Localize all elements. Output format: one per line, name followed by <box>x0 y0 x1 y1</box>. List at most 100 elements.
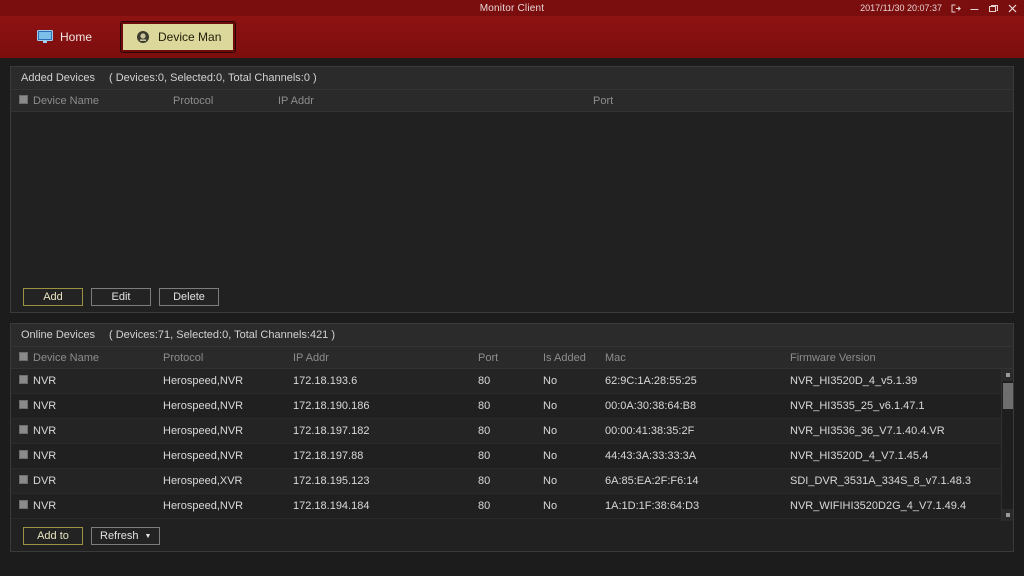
edit-button[interactable]: Edit <box>91 288 151 306</box>
row-checkbox[interactable] <box>19 375 28 384</box>
online-devices-scrollbar[interactable] <box>1001 369 1013 521</box>
add-to-button[interactable]: Add to <box>23 527 83 545</box>
title-bar: Monitor Client 2017/11/30 20:07:37 <box>0 0 1024 16</box>
close-icon[interactable] <box>1007 3 1018 14</box>
column-header-ip-addr[interactable]: IP Addr <box>278 95 593 107</box>
online-devices-column-headers: Device Name Protocol IP Addr Port Is Add… <box>11 347 1013 369</box>
app-title: Monitor Client <box>479 2 545 14</box>
delete-button[interactable]: Delete <box>159 288 219 306</box>
added-devices-header: Added Devices ( Devices:0, Selected:0, T… <box>11 67 1013 90</box>
restore-icon[interactable] <box>988 3 999 14</box>
table-row[interactable]: DVR Herospeed,XVR 172.18.195.123 80 No 6A:85:… <box>11 469 1001 494</box>
cell-ip-addr: 172.18.197.88 <box>293 450 364 462</box>
cell-port: 80 <box>478 475 491 487</box>
row-checkbox[interactable] <box>19 400 28 409</box>
select-all-checkbox-cell[interactable] <box>11 351 33 364</box>
select-all-checkbox[interactable] <box>19 351 28 361</box>
minimize-icon[interactable] <box>969 3 980 14</box>
select-all-checkbox-cell[interactable] <box>11 94 33 107</box>
column-header-device-name[interactable]: Device Name <box>33 95 173 107</box>
clock: 2017/11/30 20:07:37 <box>860 3 942 13</box>
tab-device-man[interactable]: Device Man <box>121 22 236 52</box>
row-checkbox[interactable] <box>19 425 28 434</box>
cell-mac: 1A:1D:1F:38:64:D3 <box>605 500 700 512</box>
cell-is-added: No <box>543 475 558 487</box>
row-checkbox-cell[interactable] <box>11 475 33 487</box>
cell-port: 80 <box>478 450 491 462</box>
cell-device-name: NVR <box>33 425 57 437</box>
add-button[interactable]: Add <box>23 288 83 306</box>
refresh-button[interactable]: Refresh ▼ <box>91 527 161 545</box>
scroll-up-button[interactable] <box>1001 369 1013 381</box>
row-checkbox-cell[interactable] <box>11 450 33 462</box>
cell-mac: 00:0A:30:38:64:B8 <box>605 400 697 412</box>
cell-mac: 00:00:41:38:35:2F <box>605 425 695 437</box>
row-checkbox[interactable] <box>19 450 28 459</box>
added-devices-stats: ( Devices:0, Selected:0, Total Channels:… <box>109 72 317 84</box>
cell-port: 80 <box>478 400 491 412</box>
cell-ip-addr: 172.18.193.6 <box>293 375 358 387</box>
cell-ip-addr: 172.18.197.182 <box>293 425 370 437</box>
logout-icon[interactable] <box>950 3 961 14</box>
row-checkbox-cell[interactable] <box>11 425 33 437</box>
cell-port: 80 <box>478 500 491 512</box>
scroll-down-button[interactable] <box>1001 509 1013 521</box>
row-checkbox[interactable] <box>19 475 28 484</box>
cell-is-added: No <box>543 400 558 412</box>
column-header-mac[interactable]: Mac <box>605 352 790 364</box>
cell-port: 80 <box>478 375 491 387</box>
content-area: Added Devices ( Devices:0, Selected:0, T… <box>0 58 1024 576</box>
online-devices-stats: ( Devices:71, Selected:0, Total Channels… <box>108 329 336 341</box>
tab-home[interactable]: Home <box>24 22 105 52</box>
table-row[interactable]: NVR Herospeed,NVR 172.18.190.186 80 No 00:0A:… <box>11 394 1001 419</box>
cell-port: 80 <box>478 425 491 437</box>
title-bar-controls: 2017/11/30 20:07:37 <box>860 0 1018 16</box>
table-row[interactable]: NVR Herospeed,NVR 172.18.194.184 80 No 1A:1D:… <box>11 494 1001 519</box>
column-header-protocol[interactable]: Protocol <box>163 352 293 364</box>
row-checkbox-cell[interactable] <box>11 400 33 412</box>
column-header-port[interactable]: Port <box>478 352 543 364</box>
monitor-icon <box>37 30 53 44</box>
cell-firmware-version: NVR_HI3536_36_V7.1.40.4.VR <box>790 425 945 437</box>
added-devices-column-headers: Device Name Protocol IP Addr Port <box>11 90 1013 112</box>
online-devices-title: Online Devices <box>21 329 95 341</box>
cell-protocol: Herospeed,NVR <box>163 450 244 462</box>
online-devices-table-body: NVR Herospeed,NVR 172.18.193.6 80 No 62:9C:1A… <box>11 369 1013 521</box>
cell-protocol: Herospeed,XVR <box>163 475 243 487</box>
cell-mac: 62:9C:1A:28:55:25 <box>605 375 697 387</box>
cell-protocol: Herospeed,NVR <box>163 425 244 437</box>
cell-mac: 6A:85:EA:2F:F6:14 <box>605 475 699 487</box>
cell-device-name: NVR <box>33 450 57 462</box>
cell-is-added: No <box>543 500 558 512</box>
cell-is-added: No <box>543 425 558 437</box>
row-checkbox-cell[interactable] <box>11 500 33 512</box>
tab-strip: Home Device Man <box>0 16 1024 58</box>
online-devices-actions: Add to Refresh ▼ <box>11 521 1013 551</box>
select-all-checkbox[interactable] <box>19 94 28 104</box>
refresh-button-label: Refresh <box>100 530 139 542</box>
row-checkbox-cell[interactable] <box>11 375 33 387</box>
cell-ip-addr: 172.18.195.123 <box>293 475 370 487</box>
cell-device-name: NVR <box>33 500 57 512</box>
table-row[interactable]: NVR Herospeed,NVR 172.18.197.88 80 No 44:43:3… <box>11 444 1001 469</box>
row-checkbox[interactable] <box>19 500 28 509</box>
cell-device-name: DVR <box>33 475 57 487</box>
table-row[interactable]: NVR Herospeed,NVR 172.18.193.6 80 No 62:9C:1A… <box>11 369 1001 394</box>
added-devices-panel: Added Devices ( Devices:0, Selected:0, T… <box>10 66 1014 313</box>
column-header-firmware-version[interactable]: Firmware Version <box>790 352 1001 364</box>
online-devices-header: Online Devices ( Devices:71, Selected:0,… <box>11 324 1013 347</box>
column-header-is-added[interactable]: Is Added <box>543 352 605 364</box>
tab-home-label: Home <box>60 30 93 44</box>
added-devices-actions: Add Edit Delete <box>11 282 1013 312</box>
column-header-protocol[interactable]: Protocol <box>173 95 278 107</box>
online-devices-panel: Online Devices ( Devices:71, Selected:0,… <box>10 323 1014 552</box>
column-header-ip-addr[interactable]: IP Addr <box>293 352 478 364</box>
scroll-track[interactable] <box>1001 381 1013 509</box>
tab-device-man-label: Device Man <box>158 30 222 44</box>
cell-is-added: No <box>543 375 558 387</box>
column-header-port[interactable]: Port <box>593 95 673 107</box>
table-row[interactable]: NVR Herospeed,NVR 172.18.197.182 80 No 00:00:… <box>11 419 1001 444</box>
scroll-thumb[interactable] <box>1002 383 1013 409</box>
cell-protocol: Herospeed,NVR <box>163 375 244 387</box>
column-header-device-name[interactable]: Device Name <box>33 352 163 364</box>
